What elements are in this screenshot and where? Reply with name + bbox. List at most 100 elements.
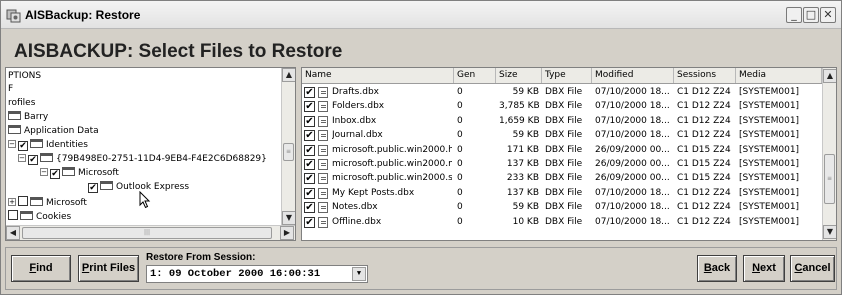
next-button[interactable]: Next [743,255,785,282]
print-files-button[interactable]: Print Files [78,255,139,282]
restore-window: AISBackup: Restore _ □ ✕ AISBACKUP: Sele… [0,0,842,295]
cell-gen: 0 [457,159,463,169]
scroll-thumb[interactable]: ≡ [283,143,294,161]
collapse-icon[interactable]: − [40,168,48,176]
folder-icon [62,167,75,176]
cell-modified: 07/10/2000 18... [595,202,670,213]
file-row[interactable]: ✔ Offline.dbx 0 10 KB DBX File 07/10/2000 18.… [302,215,822,229]
file-checkbox[interactable]: ✔ [304,130,315,142]
minimize-button[interactable]: _ [786,7,802,23]
cell-modified: 26/09/2000 00... [595,144,670,155]
scroll-right-icon[interactable]: ▶ [280,226,294,240]
cell-sessions: C1 D15 Z24 [677,144,731,155]
tree-checkbox[interactable] [8,210,18,220]
tree-node-label: Cookies [36,212,72,222]
mouse-pointer-icon [139,191,151,209]
cell-size: 171 KB [506,144,539,155]
file-checkbox[interactable]: ✔ [304,159,315,170]
tree-checkbox[interactable]: ✔ [88,183,98,193]
file-row[interactable]: ✔ My Kept Posts.dbx 0 137 KB DBX File 07/10/2… [302,186,822,200]
tree-vertical-scrollbar[interactable]: ▲ ≡ ▼ [281,68,295,225]
cell-gen: 0 [457,216,463,227]
file-checkbox[interactable]: ✔ [304,216,315,228]
file-row[interactable]: ✔ microsoft.public.win2000.m... 0 137 KB DBX… [302,157,822,171]
file-checkbox[interactable]: ✔ [304,101,315,113]
tree-node[interactable]: − ✔ Identities [8,139,88,151]
tree-node[interactable]: + Microsoft [8,196,87,208]
tree-checkbox[interactable] [18,196,28,206]
tree-node[interactable]: rofiles [8,97,35,109]
scroll-down-icon[interactable]: ▼ [823,225,836,239]
tree-checkbox[interactable]: ✔ [50,169,60,179]
scroll-down-icon[interactable]: ▼ [282,211,295,225]
file-row[interactable]: ✔ Notes.dbx 0 59 KB DBX File 07/10/2000 18...… [302,200,822,214]
collapse-icon[interactable]: − [18,154,26,162]
tree-checkbox[interactable]: ✔ [18,141,28,151]
file-checkbox[interactable]: ✔ [304,202,315,214]
file-row[interactable]: ✔ Drafts.dbx 0 59 KB DBX File 07/10/2000 18..… [302,85,822,99]
cell-sessions: C1 D12 Z24 [677,130,731,141]
cancel-button[interactable]: Cancel [790,255,835,282]
cell-type: DBX File [545,101,583,112]
cell-modified: 07/10/2000 18... [595,101,670,112]
maximize-button[interactable]: □ [803,7,819,23]
file-list[interactable]: ✔ Drafts.dbx 0 59 KB DBX File 07/10/2000 18..… [302,85,822,240]
collapse-icon[interactable]: − [8,140,16,148]
file-row[interactable]: ✔ microsoft.public.win2000.h... 0 171 KB DBX… [302,143,822,157]
column-header[interactable]: Size [496,68,542,83]
scroll-left-icon[interactable]: ◀ [6,226,20,240]
tree-node-label: Barry [24,112,49,122]
file-checkbox[interactable]: ✔ [304,173,315,185]
tree-horizontal-scrollbar[interactable]: ◀ ||| ▶ [6,225,295,240]
file-checkbox[interactable]: ✔ [304,87,315,98]
session-dropdown[interactable]: 1: 09 October 2000 16:00:31 ▼ [146,265,368,283]
column-header[interactable]: Name [302,68,454,83]
session-value: 1: 09 October 2000 16:00:31 [150,268,321,280]
tree-node[interactable]: Cookies [8,210,71,222]
tree-node[interactable]: F [8,83,13,95]
file-checkbox[interactable]: ✔ [304,187,315,199]
file-row[interactable]: ✔ microsoft.public.win2000.se... 0 233 KB DB… [302,171,822,185]
scroll-thumb[interactable]: ||| [22,227,272,239]
find-button[interactable]: Find [11,255,71,282]
folder-icon [40,153,53,162]
column-header[interactable]: Type [542,68,592,83]
file-row[interactable]: ✔ Folders.dbx 0 3,785 KB DBX File 07/10/2000 … [302,99,822,113]
cell-sessions: C1 D12 Z24 [677,216,731,227]
column-header[interactable]: Sessions [674,68,736,83]
cell-gen: 0 [457,101,463,112]
scroll-thumb[interactable]: ≡ [824,154,835,204]
cell-name: Offline.dbx [332,216,382,227]
list-vertical-scrollbar[interactable]: ▲ ≡ ▼ [822,68,836,240]
tree-node[interactable]: − ✔ {79B498E0-2751-11D4-9EB4-F4E2C6D68829} [18,153,267,165]
cell-media: [SYSTEM001] [739,115,800,126]
tree-node[interactable]: − ✔ Microsoft [40,167,119,179]
app-icon [6,9,21,23]
column-header[interactable]: Gen [454,68,496,83]
file-checkbox[interactable]: ✔ [304,144,315,156]
cell-modified: 07/10/2000 18... [595,216,670,227]
cell-modified: 07/10/2000 18... [595,87,670,97]
scroll-up-icon[interactable]: ▲ [823,69,836,83]
column-header[interactable]: Modified [592,68,674,83]
cell-sessions: C1 D15 Z24 [677,159,731,169]
title-bar[interactable]: AISBackup: Restore _ □ ✕ [1,1,841,29]
tree-checkbox[interactable]: ✔ [28,155,38,165]
page-title: AISBACKUP: Select Files to Restore [14,41,343,62]
tree-node[interactable]: Application Data [8,125,99,137]
tree-node[interactable]: PTIONS [8,70,41,82]
tree-node-label: Microsoft [46,198,87,208]
file-row[interactable]: ✔ Journal.dbx 0 59 KB DBX File 07/10/2000 18.… [302,128,822,142]
scroll-up-icon[interactable]: ▲ [282,68,295,82]
tree-node-label: {79B498E0-2751-11D4-9EB4-F4E2C6D68829} [56,154,267,164]
column-header[interactable]: Media [736,68,822,83]
expand-icon[interactable]: + [8,198,16,206]
file-checkbox[interactable]: ✔ [304,115,315,127]
file-row[interactable]: ✔ Inbox.dbx 0 1,659 KB DBX File 07/10/2000 18… [302,114,822,128]
cell-size: 59 KB [512,130,539,141]
dropdown-arrow-icon[interactable]: ▼ [352,267,366,281]
tree-node[interactable]: Barry [8,111,48,123]
close-button[interactable]: ✕ [820,7,836,23]
cell-media: [SYSTEM001] [739,101,800,112]
back-button[interactable]: Back [697,255,737,282]
